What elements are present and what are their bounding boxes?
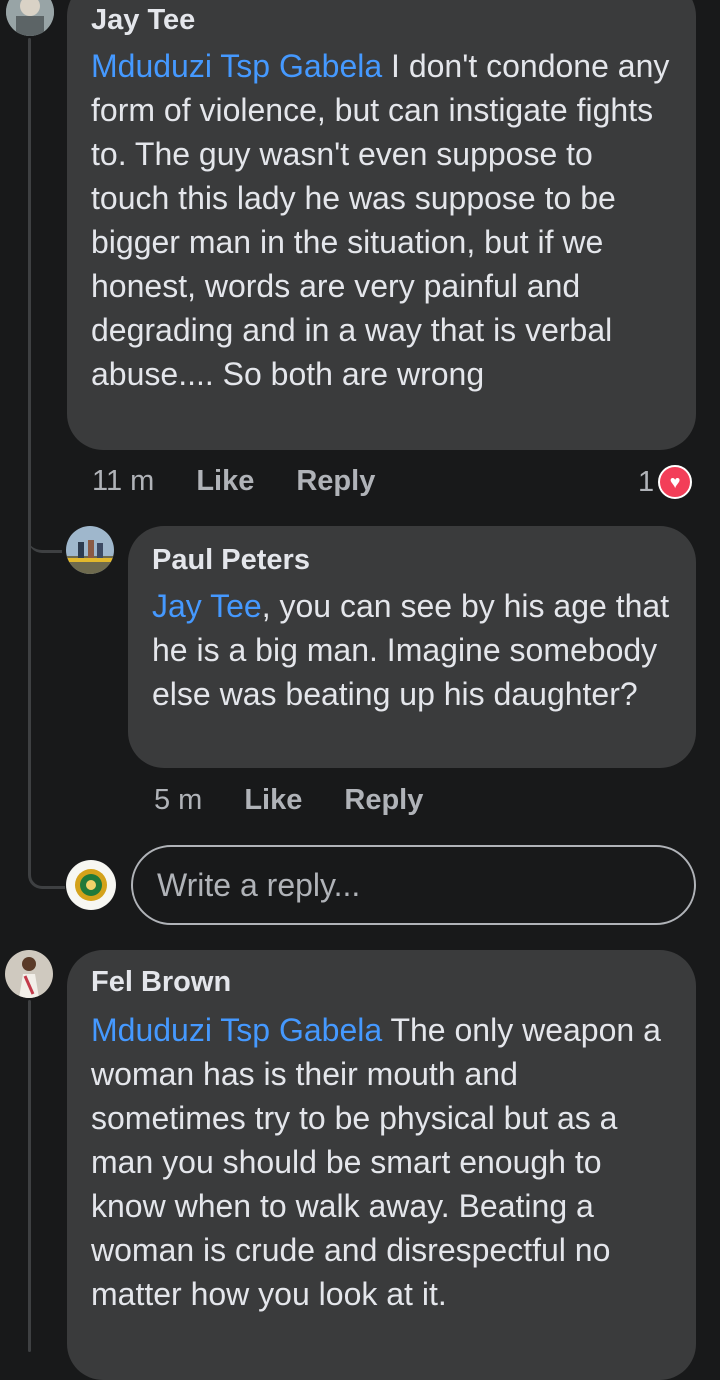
like-button[interactable]: Like — [244, 784, 302, 817]
mention-link[interactable]: Mduduzi Tsp Gabela — [91, 48, 382, 84]
comment-time[interactable]: 11 m — [92, 465, 154, 498]
avatar[interactable] — [5, 950, 53, 998]
comment-author[interactable]: Paul Peters — [152, 542, 672, 578]
profile-photo-icon — [6, 0, 54, 36]
reaction-count: 1 — [638, 465, 655, 498]
comment-author[interactable]: Jay Tee — [91, 2, 672, 38]
avatar[interactable] — [66, 526, 114, 574]
comment-body: The only weapon a woman has is their mou… — [91, 1012, 661, 1312]
reply-placeholder: Write a reply... — [157, 866, 361, 903]
comment-author[interactable]: Fel Brown — [91, 964, 672, 1000]
comment-bubble: Jay Tee Mduduzi Tsp Gabela I don't condo… — [67, 0, 696, 450]
heart-icon: ♥ — [658, 465, 693, 499]
comment-actions: 5 m Like Reply — [154, 784, 465, 817]
thread-connector — [28, 500, 62, 553]
mention-link[interactable]: Jay Tee — [152, 588, 262, 624]
thread-line — [28, 38, 31, 858]
avatar[interactable] — [6, 0, 54, 36]
reply-input[interactable]: Write a reply... — [131, 845, 696, 925]
mention-link[interactable]: Mduduzi Tsp Gabela — [91, 1012, 382, 1048]
like-button[interactable]: Like — [196, 465, 254, 498]
reaction-summary[interactable]: 1 ♥ — [638, 465, 693, 499]
current-user-avatar — [66, 860, 116, 910]
profile-photo-icon — [66, 526, 114, 574]
thread-connector — [28, 840, 65, 889]
profile-photo-icon — [5, 950, 53, 998]
comment-time[interactable]: 5 m — [154, 784, 202, 817]
badge-icon — [67, 861, 115, 909]
reply-button[interactable]: Reply — [296, 465, 375, 498]
comment-bubble: Fel Brown Mduduzi Tsp Gabela The only we… — [67, 950, 696, 1380]
comment-bubble: Paul Peters Jay Tee, you can see by his … — [128, 526, 696, 768]
comment-text: Mduduzi Tsp Gabela The only weapon a wom… — [91, 1008, 672, 1316]
thread-line — [28, 1000, 31, 1352]
reply-button[interactable]: Reply — [344, 784, 423, 817]
comment-body: I don't condone any form of violence, bu… — [91, 48, 670, 392]
comment-text: Mduduzi Tsp Gabela I don't condone any f… — [91, 44, 672, 396]
comment-text: Jay Tee, you can see by his age that he … — [152, 584, 672, 716]
comment-actions: 11 m Like Reply — [92, 465, 417, 498]
